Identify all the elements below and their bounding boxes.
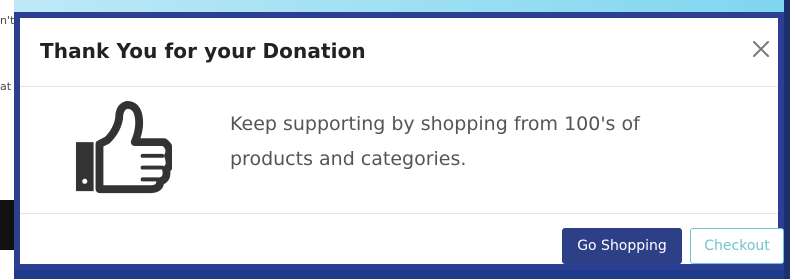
modal-message: Keep supporting by shopping from 100's o… [230, 107, 730, 177]
page: n't at Thank You for your Donation Keep … [0, 0, 790, 279]
background-page-right [784, 0, 790, 279]
background-dark-block [0, 200, 14, 250]
modal-title: Thank You for your Donation [40, 39, 366, 63]
thumbs-up-icon [75, 100, 172, 194]
background-page-left: n't at [0, 0, 14, 279]
background-text-fragment: n't [0, 14, 15, 27]
modal-body: Keep supporting by shopping from 100's o… [20, 87, 778, 213]
checkout-button[interactable]: Checkout [690, 228, 784, 264]
modal-header: Thank You for your Donation [20, 18, 778, 87]
donation-modal: Thank You for your Donation Keep support… [14, 12, 784, 270]
background-page-strip [0, 0, 790, 12]
go-shopping-button[interactable]: Go Shopping [562, 228, 682, 264]
modal-footer: Go Shopping Checkout [20, 213, 784, 270]
background-text-fragment: at [0, 80, 12, 93]
close-button[interactable] [750, 38, 772, 60]
modal-message-line: products and categories. [230, 148, 467, 170]
close-icon [753, 41, 769, 57]
modal-message-line: Keep supporting by shopping from 100's o… [230, 113, 640, 135]
